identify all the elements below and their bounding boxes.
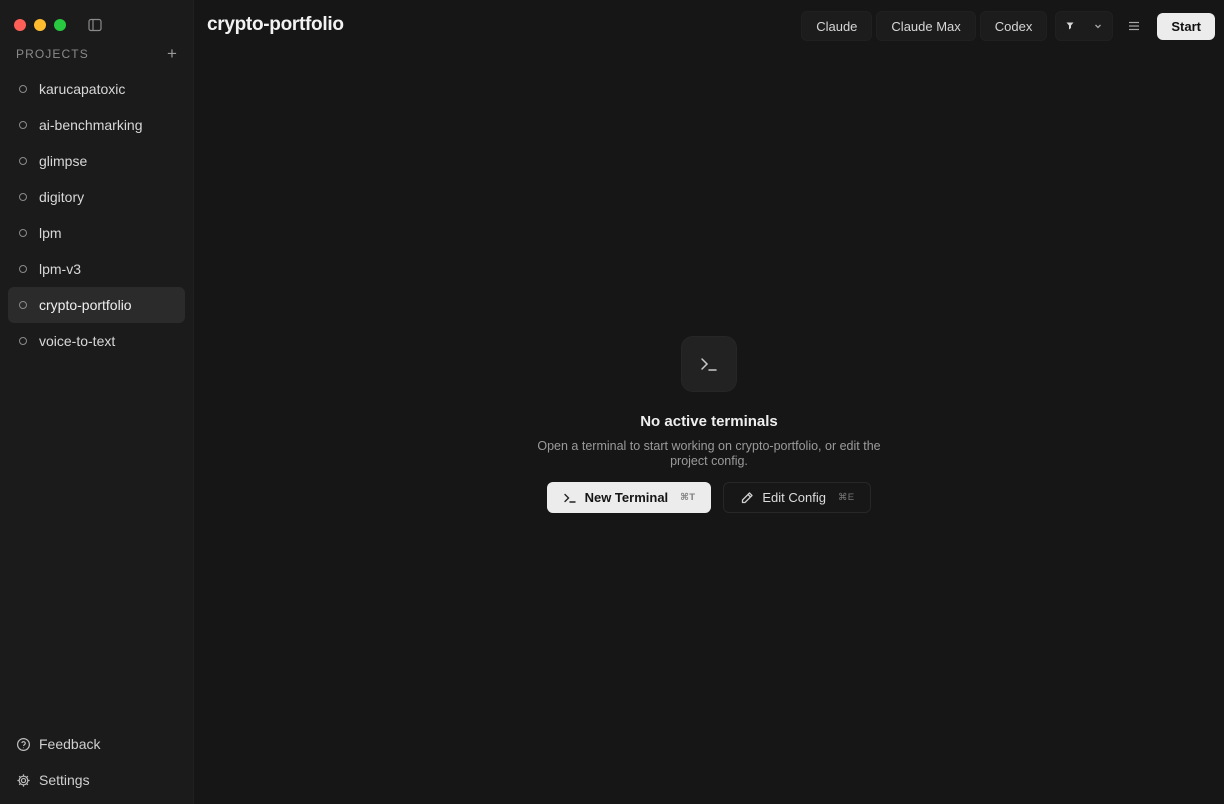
circle-status-icon xyxy=(19,229,27,237)
chevron-down-icon xyxy=(1095,24,1102,29)
sidebar-item-label: voice-to-text xyxy=(39,333,116,349)
circle-status-icon xyxy=(19,301,27,309)
terminal-icon xyxy=(701,358,717,371)
empty-state-description: Open a terminal to start working on cryp… xyxy=(537,439,881,468)
circle-status-icon xyxy=(19,157,27,165)
terminal-icon xyxy=(563,493,576,503)
settings-button[interactable]: Settings xyxy=(16,766,176,794)
circle-status-icon xyxy=(19,193,27,201)
menu-button[interactable] xyxy=(1119,11,1149,41)
sidebar-item-label: glimpse xyxy=(39,153,88,169)
new-terminal-shortcut: ⌘T xyxy=(680,492,696,503)
sidebar-item-label: crypto-portfolio xyxy=(39,297,132,313)
pencil-icon xyxy=(742,491,754,503)
plus-icon: + xyxy=(167,44,177,63)
empty-state-actions: New Terminal ⌘T Edit Config ⌘E xyxy=(546,482,872,513)
sidebar-item-label: lpm-v3 xyxy=(39,261,82,277)
sidebar-toggle-icon[interactable] xyxy=(87,17,103,33)
add-project-button[interactable]: + xyxy=(164,44,180,63)
edit-config-button[interactable]: Edit Config ⌘E xyxy=(723,482,872,513)
sidebar-item-karucapatoxic[interactable]: karucapatoxic xyxy=(8,71,185,107)
sidebar-item-lpm[interactable]: lpm xyxy=(8,215,185,251)
sidebar: PROJECTS + karucapatoxic ai-benchmarking g… xyxy=(0,0,194,804)
menu-icon xyxy=(1129,21,1140,31)
minimize-window-button[interactable] xyxy=(34,19,46,31)
help-circle-icon xyxy=(16,737,31,751)
sidebar-item-label: ai-benchmarking xyxy=(39,117,143,133)
edit-config-shortcut: ⌘E xyxy=(837,492,855,503)
tab-claude[interactable]: Claude xyxy=(801,11,873,41)
pin-button[interactable] xyxy=(1056,12,1084,40)
project-list: karucapatoxic ai-benchmarking glimpse digit… xyxy=(8,71,185,359)
close-window-button[interactable] xyxy=(14,19,26,31)
maximize-window-button[interactable] xyxy=(54,19,66,31)
tab-claude-max[interactable]: Claude Max xyxy=(876,11,976,41)
sidebar-item-ai-benchmarking[interactable]: ai-benchmarking xyxy=(8,107,185,143)
new-terminal-label: New Terminal xyxy=(584,490,669,505)
projects-label: PROJECTS xyxy=(16,47,89,61)
sidebar-item-lpm-v3[interactable]: lpm-v3 xyxy=(8,251,185,287)
sidebar-item-digitory[interactable]: digitory xyxy=(8,179,185,215)
pin-icon xyxy=(1066,22,1074,30)
sidebar-item-label: digitory xyxy=(39,189,85,205)
gear-icon xyxy=(17,773,30,787)
circle-status-icon xyxy=(19,85,27,93)
sidebar-item-crypto-portfolio[interactable]: crypto-portfolio xyxy=(8,287,185,323)
empty-state: No active terminals Open a terminal to s… xyxy=(194,336,1224,513)
terminal-badge xyxy=(681,336,737,392)
start-button[interactable]: Start xyxy=(1157,12,1215,40)
sidebar-item-voice-to-text[interactable]: voice-to-text xyxy=(8,323,185,359)
settings-label: Settings xyxy=(39,772,90,788)
edit-config-label: Edit Config xyxy=(762,490,826,505)
projects-header: PROJECTS + xyxy=(16,44,180,63)
empty-state-title: No active terminals xyxy=(640,413,778,430)
sidebar-item-label: karucapatoxic xyxy=(39,81,126,97)
toolbar: Claude Claude Max Codex Start xyxy=(797,11,1215,41)
sidebar-footer: Feedback Settings xyxy=(16,730,176,802)
feedback-button[interactable]: Feedback xyxy=(16,730,176,758)
pin-split-button xyxy=(1055,11,1114,41)
feedback-label: Feedback xyxy=(39,736,101,752)
circle-status-icon xyxy=(19,265,27,273)
dropdown-button[interactable] xyxy=(1084,12,1112,40)
window-controls xyxy=(14,19,66,31)
page-title: crypto-portfolio xyxy=(207,14,344,35)
sidebar-item-label: lpm xyxy=(39,225,62,241)
circle-status-icon xyxy=(19,121,27,129)
new-terminal-button[interactable]: New Terminal ⌘T xyxy=(546,482,712,513)
sidebar-item-glimpse[interactable]: glimpse xyxy=(8,143,185,179)
tab-codex[interactable]: Codex xyxy=(979,11,1048,41)
circle-status-icon xyxy=(19,337,27,345)
